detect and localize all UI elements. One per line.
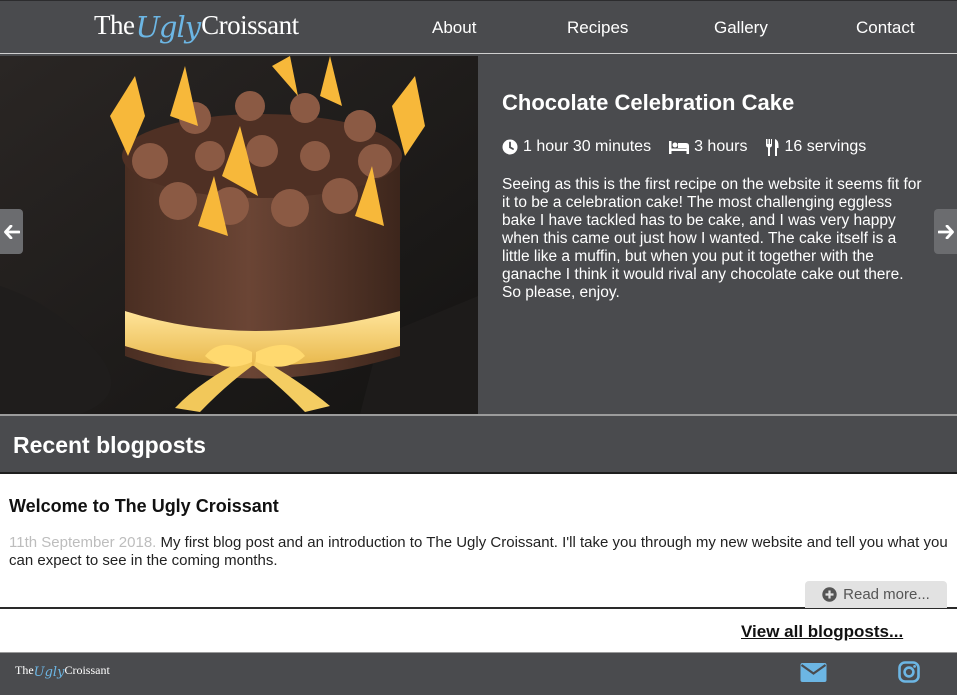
bed-icon	[669, 141, 690, 154]
instagram-link[interactable]	[898, 661, 920, 688]
slider-next-button[interactable]	[934, 209, 957, 254]
envelope-icon	[800, 663, 827, 682]
site-logo[interactable]: The Ugly Croissant	[94, 7, 299, 51]
nav-contact[interactable]: Contact	[856, 1, 915, 54]
blog-post-date: 11th September 2018.	[9, 534, 157, 551]
rest-time-value: 3 hours	[694, 138, 748, 155]
nav-recipes[interactable]: Recipes	[567, 1, 628, 54]
prep-time-value: 1 hour 30 minutes	[523, 138, 652, 155]
cake-illustration	[0, 56, 478, 414]
nav-gallery[interactable]: Gallery	[714, 1, 768, 54]
read-more-label: Read more...	[843, 586, 930, 603]
blog-post-card: Welcome to The Ugly Croissant 11th Septe…	[0, 474, 957, 609]
arrow-right-icon	[937, 224, 954, 239]
footer-logo-word-croissant: Croissant	[64, 663, 110, 677]
blog-post-title[interactable]: Welcome to The Ugly Croissant	[9, 496, 279, 517]
logo-word-the: The	[94, 10, 135, 40]
servings: 16 servings	[765, 138, 866, 156]
footer-logo-word-ugly: Ugly	[33, 665, 65, 680]
instagram-icon	[898, 661, 920, 683]
recipe-photo[interactable]	[0, 56, 478, 414]
servings-value: 16 servings	[784, 138, 867, 155]
rest-time: 3 hours	[669, 138, 747, 156]
arrow-left-icon	[3, 224, 20, 239]
cutlery-icon	[766, 138, 779, 156]
recent-blogposts-header: Recent blogposts	[0, 414, 957, 474]
nav-about[interactable]: About	[432, 1, 476, 54]
recipe-title[interactable]: Chocolate Celebration Cake	[502, 90, 794, 116]
site-footer: The Ugly Croissant	[0, 652, 957, 695]
prep-time: 1 hour 30 minutes	[502, 138, 651, 156]
site-header: The Ugly Croissant About Recipes Gallery…	[0, 0, 957, 54]
footer-logo-word-the: The	[15, 663, 34, 677]
blog-post-excerpt: 11th September 2018. My first blog post …	[9, 534, 949, 570]
logo-word-croissant: Croissant	[201, 10, 299, 40]
featured-recipe-slider: Chocolate Celebration Cake 1 hour 30 min…	[0, 54, 957, 414]
read-more-button[interactable]: Read more...	[805, 581, 947, 608]
slider-prev-button[interactable]	[0, 209, 23, 254]
logo-word-ugly: Ugly	[135, 10, 201, 44]
clock-icon	[502, 139, 518, 155]
view-all-blogposts-link[interactable]: View all blogposts...	[741, 622, 903, 642]
section-title: Recent blogposts	[13, 432, 206, 458]
footer-logo[interactable]: The Ugly Croissant	[15, 663, 110, 680]
email-link[interactable]	[800, 661, 827, 688]
recipe-description: Seeing as this is the first recipe on th…	[502, 176, 922, 301]
recipe-meta: 1 hour 30 minutes 3 hours 16 servings	[502, 138, 884, 156]
plus-circle-icon	[822, 587, 837, 602]
